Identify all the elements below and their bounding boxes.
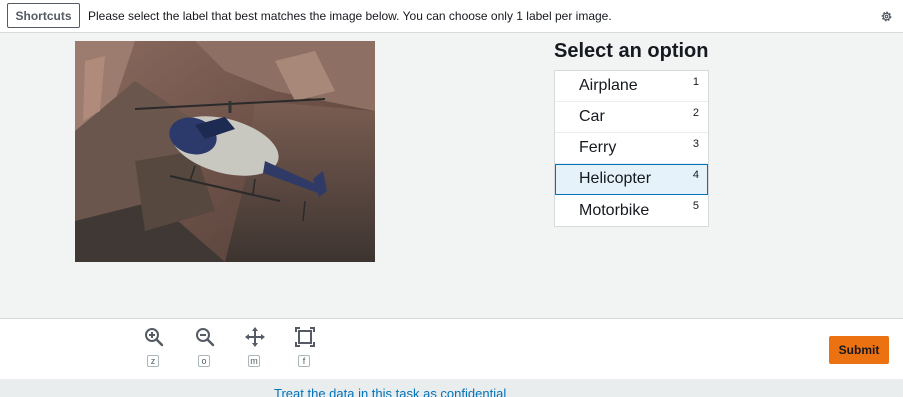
option-shortcut-key: 4 [692, 169, 699, 181]
option-airplane[interactable]: Airplane 1 [555, 71, 708, 102]
shortcut-key: f [298, 355, 310, 367]
task-image [75, 41, 375, 262]
zoom-in-icon[interactable] [144, 327, 164, 347]
option-label: Motorbike [579, 201, 650, 219]
shortcut-key: z [147, 355, 159, 367]
option-label: Ferry [579, 139, 617, 156]
instructions-text: Please select the label that best matche… [88, 9, 612, 23]
options-title: Select an option [554, 40, 709, 62]
shortcut-key: m [248, 355, 260, 367]
option-ferry[interactable]: Ferry 3 [555, 133, 708, 164]
option-motorbike[interactable]: Motorbike 5 [555, 195, 708, 226]
gear-icon[interactable] [880, 10, 893, 23]
option-shortcut-key: 2 [692, 107, 699, 119]
zoom-out-tool[interactable]: o [195, 327, 217, 367]
move-icon[interactable] [245, 327, 265, 347]
option-car[interactable]: Car 2 [555, 102, 708, 133]
shortcuts-button[interactable]: Shortcuts [7, 3, 80, 28]
move-tool[interactable]: m [245, 327, 267, 367]
fit-screen-tool[interactable]: f [295, 327, 317, 367]
options-list: Airplane 1 Car 2 Ferry 3 Helicopter 4 Mo… [554, 70, 709, 227]
shortcut-key: o [198, 355, 210, 367]
top-bar: Shortcuts Please select the label that b… [0, 0, 903, 33]
submit-button[interactable]: Submit [829, 336, 889, 364]
confidential-notice-link[interactable]: Treat the data in this task as confident… [274, 386, 506, 397]
option-label: Car [579, 108, 605, 125]
option-shortcut-key: 5 [692, 200, 699, 212]
option-shortcut-key: 3 [692, 138, 699, 150]
option-label: Helicopter [579, 170, 652, 187]
footer: Treat the data in this task as confident… [0, 379, 903, 397]
option-label: Airplane [579, 77, 638, 94]
zoom-in-tool[interactable]: z [144, 327, 166, 367]
fit-screen-icon[interactable] [295, 327, 315, 347]
option-helicopter[interactable]: Helicopter 4 [555, 164, 708, 195]
image-toolbar: z o m f Submit [0, 318, 903, 379]
zoom-out-icon[interactable] [195, 327, 215, 347]
option-shortcut-key: 1 [692, 76, 699, 88]
